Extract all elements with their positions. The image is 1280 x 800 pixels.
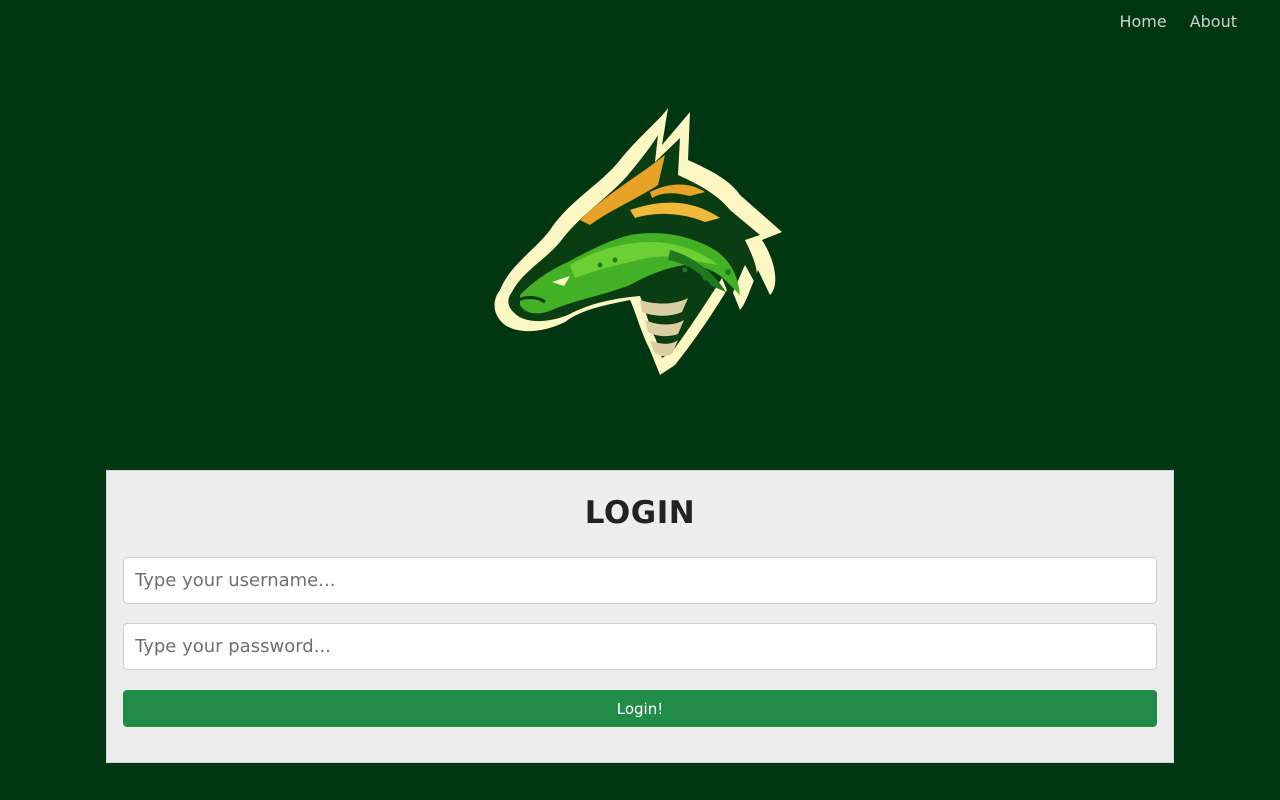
nav-about-link[interactable]: About bbox=[1190, 12, 1237, 32]
login-title: LOGIN bbox=[584, 495, 696, 531]
username-input[interactable] bbox=[123, 557, 1157, 604]
password-input[interactable] bbox=[123, 623, 1157, 670]
top-nav: Home About bbox=[1119, 12, 1237, 32]
login-button[interactable]: Login! bbox=[123, 690, 1157, 727]
nav-home-link[interactable]: Home bbox=[1119, 12, 1166, 32]
dragon-logo-icon bbox=[490, 100, 790, 380]
login-card: LOGIN Login! bbox=[106, 470, 1174, 763]
